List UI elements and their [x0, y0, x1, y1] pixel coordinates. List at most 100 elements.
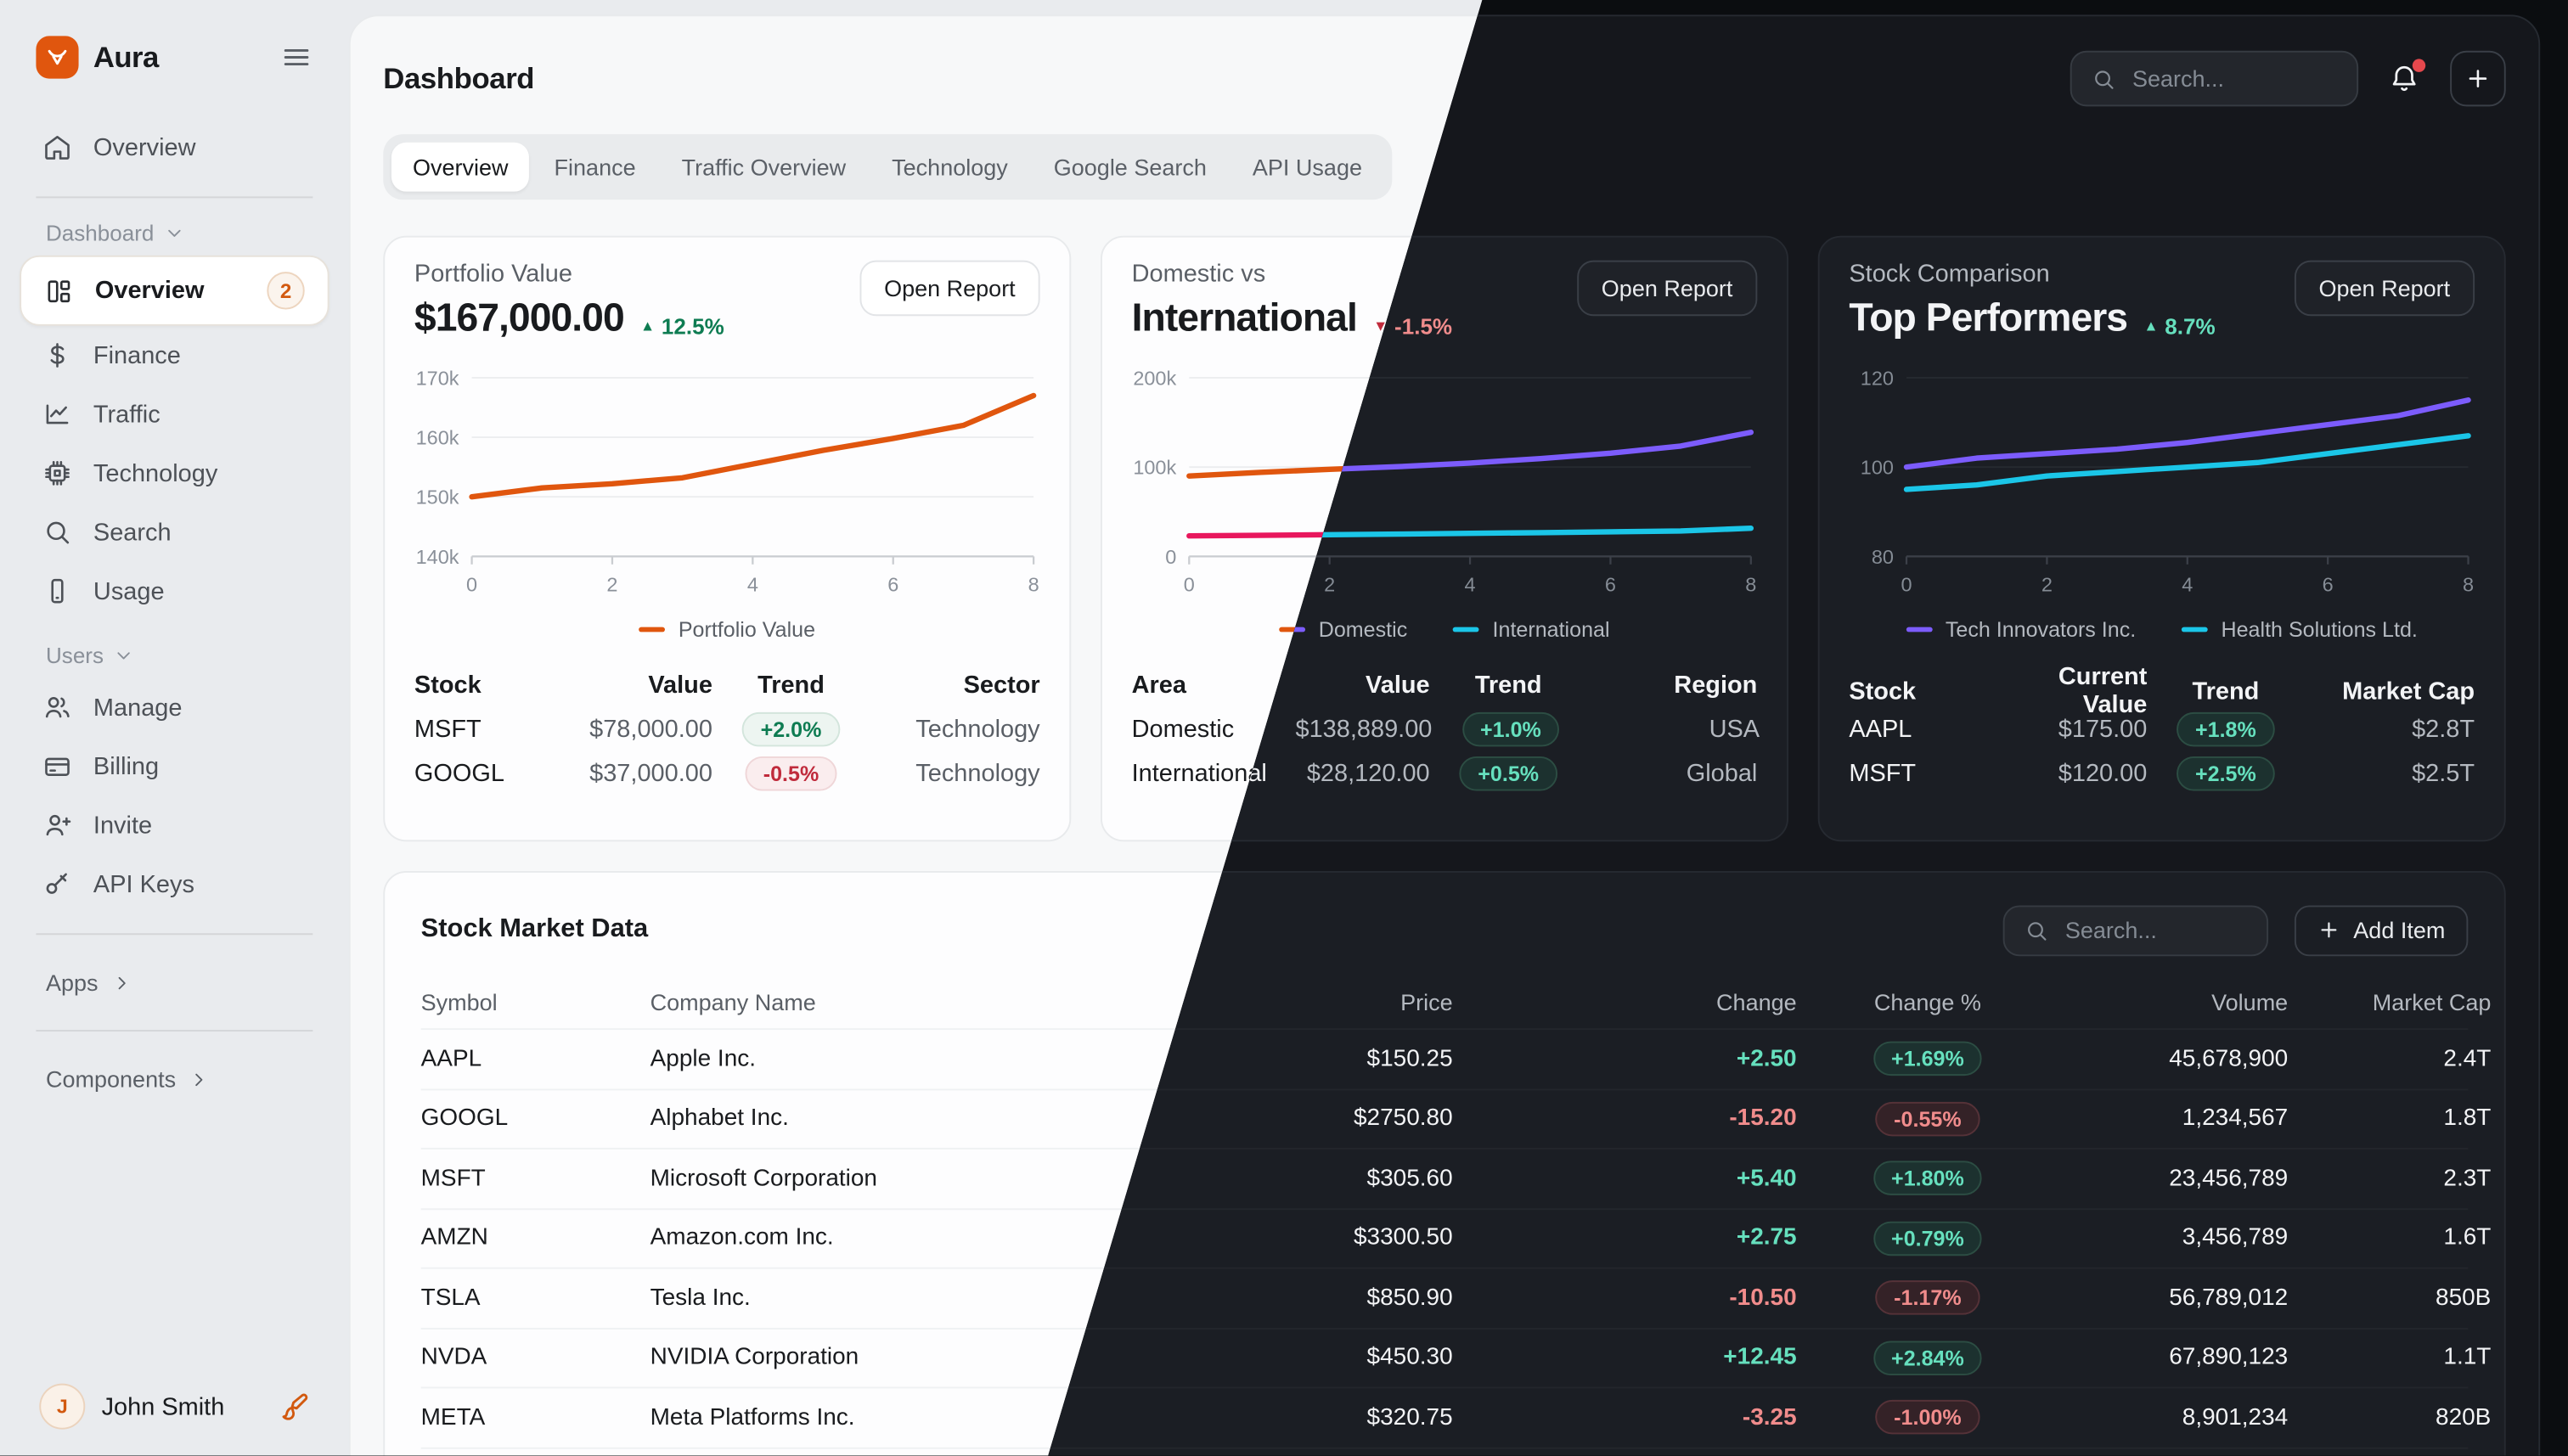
svg-text:2: 2 — [606, 574, 617, 596]
sidebar-collapse-button[interactable] — [280, 41, 313, 74]
svg-text:6: 6 — [887, 574, 898, 596]
cpu-icon — [42, 458, 72, 488]
card-headline: $167,000.00 — [414, 296, 624, 342]
svg-text:6: 6 — [2323, 574, 2334, 596]
legend-dash — [1906, 627, 1933, 632]
change-pct-pill: +1.69% — [1873, 1042, 1982, 1076]
portfolio-line-chart: 140k150k160k170k02468 — [414, 358, 1040, 607]
change-pct-pill: -1.17% — [1876, 1281, 1980, 1316]
overview-badge: 2 — [267, 272, 304, 309]
tab-finance[interactable]: Finance — [532, 143, 656, 192]
chevron-down-icon — [114, 645, 135, 666]
user-name: John Smith — [102, 1392, 225, 1420]
logo-row: Aura — [36, 36, 313, 78]
sidebar-section-dashboard[interactable]: Dashboard — [46, 221, 329, 245]
sidebar-item-label: Manage — [93, 694, 183, 722]
stage: Aura Overview Dashboard Overview 2 Finan… — [0, 0, 2568, 1455]
add-button[interactable] — [2450, 51, 2506, 107]
svg-text:170k: 170k — [416, 367, 459, 389]
trend-pill: +1.8% — [2177, 712, 2274, 746]
legend-label: International — [1493, 616, 1610, 641]
svg-text:0: 0 — [1901, 574, 1912, 596]
stock-comparison-line-chart: 8010012002468 — [1849, 358, 2475, 607]
notifications-bell-icon[interactable] — [2388, 62, 2421, 95]
svg-text:100k: 100k — [1133, 457, 1176, 479]
sidebar-divider — [36, 1030, 313, 1032]
sidebar-link-apps[interactable]: Apps — [20, 954, 329, 1010]
card-headline: International — [1132, 296, 1357, 342]
sidebar-item-label: Billing — [93, 752, 159, 780]
home-icon — [42, 132, 72, 162]
sidebar-item-label: Finance — [93, 341, 181, 369]
theme-paintbrush-icon[interactable] — [279, 1391, 310, 1422]
table-row: MSFT $120.00 +2.5% $2.5T — [1849, 751, 2475, 795]
sidebar-item-technology[interactable]: Technology — [20, 444, 329, 503]
sidebar-item-label: Usage — [93, 577, 165, 605]
sidebar-divider — [36, 933, 313, 935]
trend-pill: +1.0% — [1462, 712, 1559, 746]
sidebar-item-label: Traffic — [93, 401, 160, 429]
user-profile[interactable]: J John Smith — [20, 1384, 329, 1430]
trend-pill: +0.5% — [1460, 756, 1557, 791]
legend-label: Portfolio Value — [679, 616, 815, 641]
table-row: GOOGL $37,000.00 -0.5% Technology — [414, 751, 1040, 795]
sidebar-item-manage[interactable]: Manage — [20, 677, 329, 736]
svg-text:0: 0 — [466, 574, 477, 596]
legend-label: Domestic — [1319, 616, 1408, 641]
chart-legend: Tech Innovators Inc. Health Solutions Lt… — [1849, 614, 2475, 644]
card-subtitle: Portfolio Value — [414, 261, 724, 289]
header-controls — [2070, 51, 2506, 107]
users-icon — [42, 693, 72, 722]
trend-indicator: 8.7% — [2143, 313, 2215, 338]
open-report-button[interactable]: Open Report — [2295, 261, 2475, 317]
tab-api-usage[interactable]: API Usage — [1231, 143, 1383, 192]
search-input[interactable] — [2129, 64, 2332, 93]
key-icon — [42, 869, 72, 899]
table-search[interactable] — [2003, 905, 2268, 956]
sidebar-item-traffic[interactable]: Traffic — [20, 385, 329, 443]
table-row: MSFT $78,000.00 +2.0% Technology — [414, 707, 1040, 751]
svg-text:150k: 150k — [416, 486, 459, 509]
sidebar-item-finance[interactable]: Finance — [20, 326, 329, 385]
smartphone-icon — [42, 576, 72, 606]
sidebar-item-invite[interactable]: Invite — [20, 795, 329, 854]
svg-text:80: 80 — [1872, 546, 1894, 568]
sidebar-section-users[interactable]: Users — [46, 644, 329, 668]
global-search[interactable] — [2070, 51, 2358, 107]
sidebar-item-label: Search — [93, 518, 172, 546]
tab-overview[interactable]: Overview — [391, 143, 530, 192]
svg-text:0: 0 — [1165, 546, 1176, 568]
credit-card-icon — [42, 751, 72, 781]
link-label: Components — [46, 1065, 176, 1092]
svg-text:2: 2 — [2041, 574, 2053, 596]
sidebar-item-usage[interactable]: Usage — [20, 561, 329, 620]
table-search-input[interactable] — [2062, 915, 2265, 945]
change-pct-pill: +1.80% — [1873, 1161, 1982, 1196]
tab-traffic-overview[interactable]: Traffic Overview — [661, 143, 868, 192]
svg-text:200k: 200k — [1133, 367, 1176, 389]
open-report-button[interactable]: Open Report — [1577, 261, 1757, 317]
card-table: Stock Current Value Trend Market Cap AAP… — [1849, 663, 2475, 795]
add-item-button[interactable]: Add Item — [2295, 905, 2468, 956]
sidebar-item-billing[interactable]: Billing — [20, 737, 329, 795]
sidebar-link-components[interactable]: Components — [20, 1051, 329, 1107]
tab-technology[interactable]: Technology — [870, 143, 1029, 192]
sidebar-item-overview[interactable]: Overview 2 — [20, 256, 329, 326]
trend-arrow-icon — [2143, 318, 2158, 334]
user-plus-icon — [42, 811, 72, 840]
card-headline: Top Performers — [1849, 296, 2127, 342]
section-label: Dashboard — [46, 221, 154, 245]
legend-label: Tech Innovators Inc. — [1946, 616, 2136, 641]
link-label: Apps — [46, 970, 99, 996]
search-icon — [42, 517, 72, 547]
tab-google-search[interactable]: Google Search — [1033, 143, 1228, 192]
sidebar-item-api-keys[interactable]: API Keys — [20, 855, 329, 914]
svg-text:6: 6 — [1605, 574, 1616, 596]
card-stock-comparison: Stock Comparison Top Performers 8.7% Ope… — [1818, 236, 2506, 842]
open-report-button[interactable]: Open Report — [859, 261, 1039, 317]
sidebar-item-label: API Keys — [93, 870, 194, 898]
aura-logo-icon — [36, 36, 78, 78]
sidebar-item-search[interactable]: Search — [20, 503, 329, 561]
svg-text:4: 4 — [2182, 574, 2193, 596]
sidebar-item-overview-top[interactable]: Overview — [20, 118, 329, 177]
